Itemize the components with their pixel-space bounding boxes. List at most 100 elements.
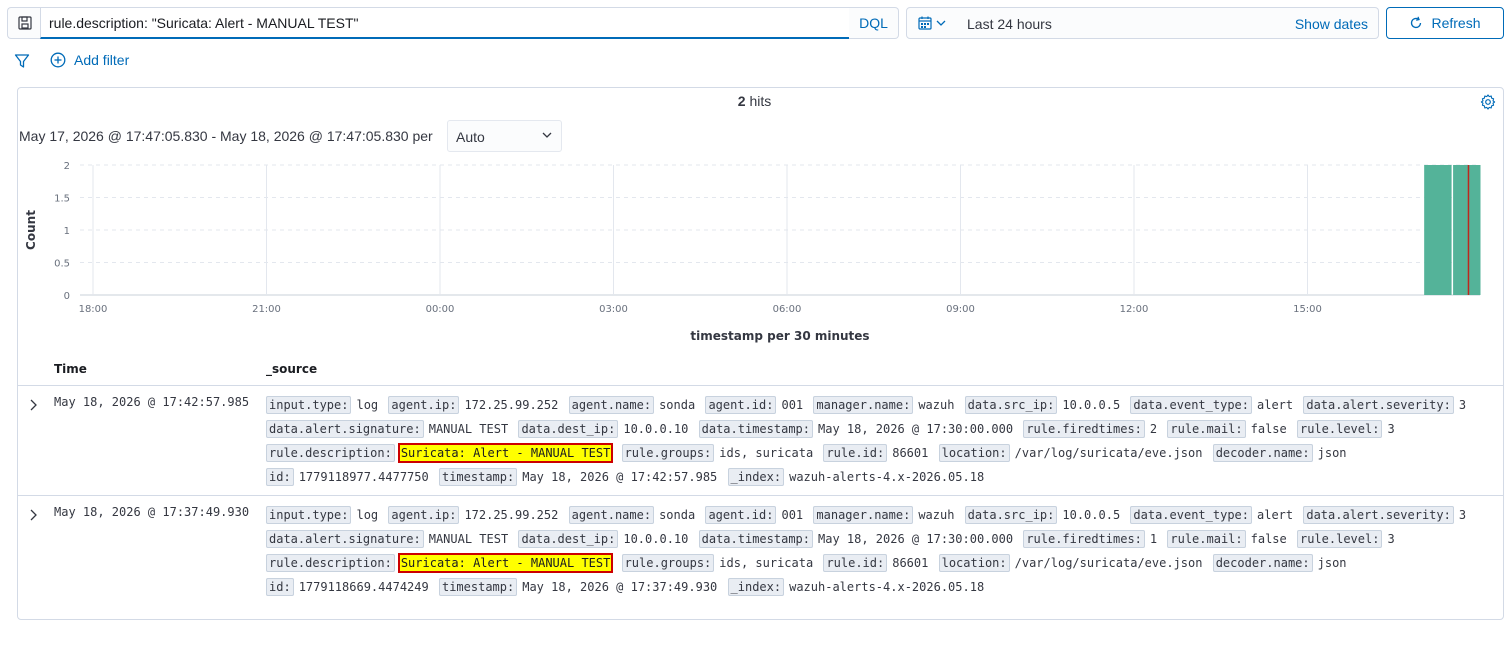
x-tick-label: 15:00 bbox=[1293, 304, 1322, 315]
hits-count: 2 hits bbox=[0, 93, 1509, 109]
filter-options-button[interactable] bbox=[14, 53, 30, 74]
interval-select[interactable]: Auto bbox=[447, 120, 562, 152]
chart-gridlines bbox=[80, 164, 1480, 296]
field-key: data.event_type: bbox=[1130, 506, 1252, 524]
expand-row-button[interactable] bbox=[27, 508, 41, 527]
field-value: ids, suricata bbox=[719, 446, 814, 460]
source-field: data.src_ip: 10.0.0.5 bbox=[964, 506, 1120, 524]
show-dates-link[interactable]: Show dates bbox=[1295, 16, 1368, 32]
interval-value: Auto bbox=[456, 129, 485, 145]
source-field: manager.name: wazuh bbox=[813, 506, 955, 524]
column-header-source[interactable]: _source bbox=[266, 362, 317, 376]
x-tick-label: 09:00 bbox=[946, 304, 975, 315]
source-field: data.alert.signature: MANUAL TEST bbox=[266, 530, 509, 548]
add-filter-button[interactable]: Add filter bbox=[50, 52, 129, 68]
source-field: location: /var/log/suricata/eve.json bbox=[938, 554, 1203, 572]
field-key: rule.level: bbox=[1296, 530, 1383, 548]
source-field: data.alert.severity: 3 bbox=[1303, 506, 1466, 524]
field-value: 1779118977.4477750 bbox=[298, 470, 429, 484]
field-key: data.alert.signature: bbox=[266, 420, 424, 438]
refresh-button[interactable]: Refresh bbox=[1386, 7, 1504, 39]
field-value: alert bbox=[1257, 398, 1294, 412]
field-key: data.timestamp: bbox=[698, 530, 813, 548]
field-value: /var/log/suricata/eve.json bbox=[1014, 556, 1203, 570]
field-value: 3 bbox=[1387, 532, 1395, 546]
field-value: sonda bbox=[659, 398, 696, 412]
x-tick-label: 12:00 bbox=[1120, 304, 1149, 315]
column-header-time[interactable]: Time bbox=[54, 362, 87, 376]
save-query-button[interactable] bbox=[7, 7, 41, 39]
row-divider bbox=[18, 385, 1503, 386]
source-field: manager.name: wazuh bbox=[813, 396, 954, 414]
source-field: timestamp: May 18, 2026 @ 17:42:57.985 bbox=[438, 468, 717, 486]
y-tick-label: 1.5 bbox=[54, 194, 70, 205]
source-field: rule.description: Suricata: Alert - MANUA… bbox=[266, 443, 614, 463]
refresh-icon bbox=[1411, 16, 1422, 29]
field-key: timestamp: bbox=[438, 468, 518, 486]
field-value: May 18, 2026 @ 17:30:00.000 bbox=[818, 532, 1014, 546]
highlighted-field-value: Suricata: Alert - MANUAL TEST bbox=[397, 443, 614, 463]
field-key: agent.id: bbox=[705, 506, 777, 524]
field-key: agent.ip: bbox=[388, 506, 460, 524]
highlighted-field-value: Suricata: Alert - MANUAL TEST bbox=[397, 553, 614, 573]
histogram-bar[interactable] bbox=[1424, 165, 1452, 295]
hits-label: hits bbox=[749, 93, 772, 109]
source-field: rule.groups: ids, suricata bbox=[621, 444, 814, 462]
field-key: data.dest_ip: bbox=[518, 530, 619, 548]
field-key: rule.id: bbox=[823, 444, 888, 462]
y-tick-label: 2 bbox=[64, 161, 70, 172]
row-source: input.type: log agent.ip: 172.25.99.252 ag… bbox=[266, 503, 1496, 599]
field-value: wazuh bbox=[918, 508, 955, 522]
query-input[interactable]: rule.description: "Suricata: Alert - MAN… bbox=[40, 7, 850, 39]
field-value: 86601 bbox=[892, 556, 929, 570]
field-value: alert bbox=[1257, 508, 1294, 522]
row-divider bbox=[18, 495, 1503, 496]
field-value: 10.0.0.10 bbox=[623, 422, 689, 436]
source-field: agent.ip: 172.25.99.252 bbox=[388, 396, 558, 414]
source-field: decoder.name: json bbox=[1212, 554, 1347, 572]
histogram-bar[interactable] bbox=[1453, 165, 1481, 295]
field-key: rule.id: bbox=[823, 554, 888, 572]
field-key: id: bbox=[266, 468, 294, 486]
field-key: data.timestamp: bbox=[698, 420, 813, 438]
field-key: rule.groups: bbox=[621, 444, 715, 462]
field-value: 172.25.99.252 bbox=[464, 508, 559, 522]
field-value: 3 bbox=[1458, 398, 1467, 412]
field-value: 10.0.0.5 bbox=[1062, 398, 1121, 412]
chart-options-button[interactable] bbox=[1480, 94, 1496, 115]
query-language-button[interactable]: DQL bbox=[849, 7, 899, 39]
source-field: data.event_type: alert bbox=[1130, 506, 1294, 524]
field-key: rule.firedtimes: bbox=[1023, 530, 1145, 548]
field-key: rule.description: bbox=[266, 554, 395, 572]
field-value: false bbox=[1250, 422, 1287, 436]
chart-x-ticks: 18:00 21:00 00:00 03:00 06:00 09:00 12:00 15:00 bbox=[79, 304, 1322, 315]
field-value: wazuh-alerts-4.x-2026.05.18 bbox=[789, 580, 985, 594]
source-field: data.event_type: alert bbox=[1130, 396, 1294, 414]
field-value: 001 bbox=[781, 508, 804, 522]
field-value: 86601 bbox=[892, 446, 929, 460]
filter-icon bbox=[14, 54, 30, 68]
field-value: MANUAL TEST bbox=[428, 532, 509, 546]
field-value: 3 bbox=[1387, 422, 1395, 436]
quick-date-menu-button[interactable] bbox=[906, 7, 958, 39]
field-key: input.type: bbox=[266, 396, 352, 414]
field-key: data.alert.signature: bbox=[266, 530, 424, 548]
field-key: input.type: bbox=[266, 506, 352, 524]
source-field: agent.ip: 172.25.99.252 bbox=[388, 506, 559, 524]
x-tick-label: 06:00 bbox=[773, 304, 802, 315]
source-field: rule.level: 3 bbox=[1296, 530, 1395, 548]
source-field: _index: wazuh-alerts-4.x-2026.05.18 bbox=[727, 578, 985, 596]
field-value: sonda bbox=[659, 508, 696, 522]
field-value: json bbox=[1317, 446, 1347, 460]
field-value: json bbox=[1317, 556, 1347, 570]
expand-row-button[interactable] bbox=[27, 398, 41, 417]
field-value: MANUAL TEST bbox=[428, 422, 509, 436]
source-field: id: 1779118669.4474249 bbox=[266, 578, 429, 596]
field-key: agent.ip: bbox=[388, 396, 460, 414]
date-range-display[interactable]: Last 24 hours Show dates bbox=[957, 7, 1379, 39]
chevron-right-icon bbox=[30, 509, 37, 521]
refresh-label: Refresh bbox=[1431, 15, 1481, 31]
field-key: manager.name: bbox=[813, 396, 914, 414]
source-field: timestamp: May 18, 2026 @ 17:37:49.930 bbox=[438, 578, 717, 596]
field-value: 2 bbox=[1149, 422, 1158, 436]
